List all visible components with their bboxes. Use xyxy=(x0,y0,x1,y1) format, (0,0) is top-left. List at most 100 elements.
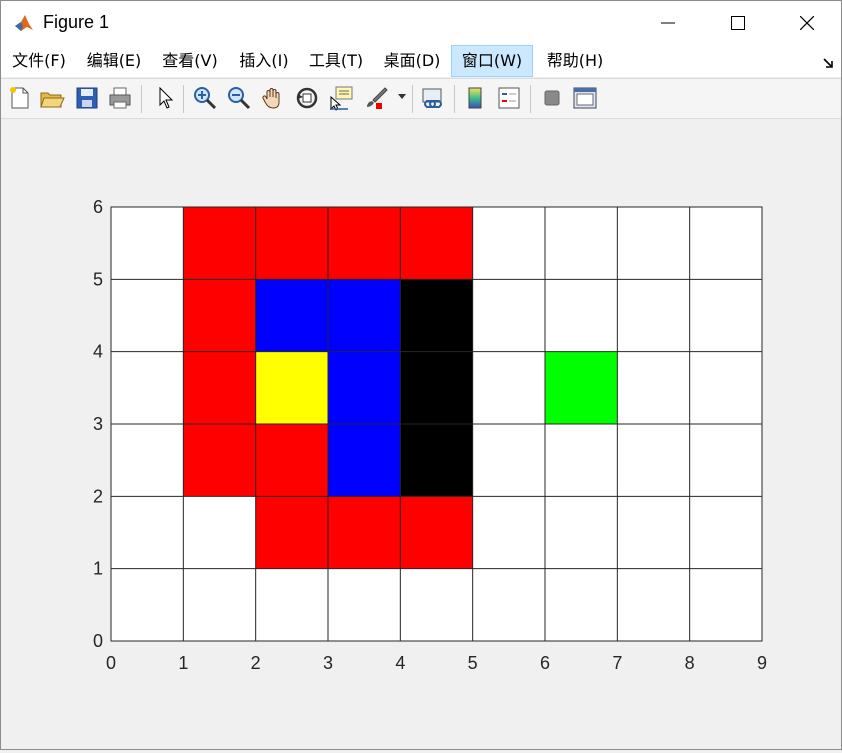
x-tick-label: 3 xyxy=(323,653,333,673)
legend-icon xyxy=(498,87,520,109)
toolbar-separator xyxy=(412,85,413,113)
x-tick-labels: 0 1 2 3 4 5 6 7 8 9 xyxy=(106,653,767,673)
heatmap-cell xyxy=(400,424,473,497)
x-tick-label: 1 xyxy=(178,653,188,673)
heatmap-cell xyxy=(255,279,328,352)
rotate-3d-icon xyxy=(296,87,318,109)
matlab-logo-icon xyxy=(13,12,35,34)
axes-plot[interactable]: 0 1 2 3 4 5 6 7 8 9 0 1 2 3 4 5 6 xyxy=(1,119,841,749)
menu-item-4[interactable]: 工具(T) xyxy=(306,45,366,77)
menu-item-1[interactable]: 编辑(E) xyxy=(84,45,144,77)
new-figure-icon xyxy=(10,87,29,109)
figure-window: Figure 1 文件(F) 编辑(E) 查看(V) 插入(I) 工具(T) 桌面(D) 窗… xyxy=(0,0,842,750)
zoom-out-button[interactable] xyxy=(226,85,252,111)
pointer-icon xyxy=(159,86,174,109)
heatmap-cell xyxy=(617,424,690,497)
menu-item-5[interactable]: 桌面(D) xyxy=(380,45,444,77)
heatmap-cell xyxy=(545,424,618,497)
heatmap-cell xyxy=(328,207,401,280)
heatmap-cell xyxy=(328,424,401,497)
heatmap-cell xyxy=(328,279,401,352)
save-button[interactable] xyxy=(74,85,100,111)
show-plot-tools-button[interactable] xyxy=(572,85,598,111)
heatmap-cell xyxy=(255,424,328,497)
zoom-out-icon xyxy=(228,87,251,110)
x-tick-label: 9 xyxy=(757,653,767,673)
data-cursor-icon xyxy=(330,86,353,111)
figure-toolbar xyxy=(1,78,841,119)
x-tick-label: 8 xyxy=(685,653,695,673)
heatmap-cell xyxy=(111,424,184,497)
heatmap-cell xyxy=(255,568,328,641)
menu-item-0[interactable]: 文件(F) xyxy=(9,45,69,77)
heatmap-cell xyxy=(689,207,762,280)
heatmap-cell xyxy=(111,207,184,280)
heatmap-cell xyxy=(183,207,256,280)
link-plot-icon xyxy=(422,88,442,108)
y-tick-label: 3 xyxy=(93,414,103,434)
zoom-in-button[interactable] xyxy=(192,85,218,111)
toolbar-separator xyxy=(530,85,531,113)
heatmap-cell xyxy=(472,568,545,641)
menu-item-7[interactable]: 帮助(H) xyxy=(542,45,608,77)
data-cursor-button[interactable] xyxy=(328,85,354,111)
heatmap-cell xyxy=(255,496,328,569)
x-tick-label: 4 xyxy=(395,653,405,673)
close-icon xyxy=(800,16,814,30)
y-tick-label: 4 xyxy=(93,342,103,362)
minimize-icon xyxy=(661,22,675,24)
menu-item-2[interactable]: 查看(V) xyxy=(159,45,221,77)
heatmap-cell xyxy=(400,351,473,424)
open-file-button[interactable] xyxy=(39,85,65,111)
heatmap-cell xyxy=(111,279,184,352)
heatmap-cell xyxy=(328,568,401,641)
pointer-button[interactable] xyxy=(153,85,179,111)
colorbar-icon xyxy=(468,87,482,109)
y-tick-label: 5 xyxy=(93,269,103,289)
open-file-icon xyxy=(40,92,65,108)
y-tick-labels: 0 1 2 3 4 5 6 xyxy=(93,197,103,651)
heatmap-cell xyxy=(183,351,256,424)
menu-item-3[interactable]: 插入(I) xyxy=(236,45,292,77)
colorbar-button[interactable] xyxy=(463,85,489,111)
y-tick-label: 1 xyxy=(93,559,103,579)
menu-item-6[interactable]: 窗口(W) xyxy=(451,45,533,77)
save-icon xyxy=(76,87,98,109)
close-button[interactable] xyxy=(772,1,842,45)
heatmap-cell xyxy=(328,496,401,569)
zoom-in-icon xyxy=(194,87,217,110)
x-tick-label: 5 xyxy=(468,653,478,673)
print-button[interactable] xyxy=(107,85,133,111)
heatmap-cell xyxy=(183,424,256,497)
rotate-3d-button[interactable] xyxy=(294,85,320,111)
x-tick-label: 2 xyxy=(251,653,261,673)
brush-button[interactable] xyxy=(363,85,389,111)
legend-button[interactable] xyxy=(496,85,522,111)
heatmap-cell xyxy=(400,568,473,641)
dock-arrow-icon[interactable] xyxy=(823,57,835,69)
heatmap-cell xyxy=(111,496,184,569)
heatmap-cell xyxy=(545,207,618,280)
heatmap-cell xyxy=(472,424,545,497)
hide-plot-tools-button[interactable] xyxy=(539,85,565,111)
heatmap-cell xyxy=(617,496,690,569)
link-plot-button[interactable] xyxy=(420,85,446,111)
heatmap-cell xyxy=(255,351,328,424)
show-plot-tools-icon xyxy=(573,87,597,109)
x-tick-label: 7 xyxy=(612,653,622,673)
window-title: Figure 1 xyxy=(43,12,110,32)
minimize-button[interactable] xyxy=(633,1,703,45)
maximize-button[interactable] xyxy=(703,1,773,45)
brush-dropdown-icon[interactable] xyxy=(398,94,406,100)
pan-button[interactable] xyxy=(260,85,286,111)
heatmap-cell xyxy=(617,279,690,352)
title-bar[interactable]: Figure 1 xyxy=(1,1,841,45)
new-figure-button[interactable] xyxy=(7,85,33,111)
figure-canvas: 0 1 2 3 4 5 6 7 8 9 0 1 2 3 4 5 6 xyxy=(1,119,841,749)
toolbar-separator xyxy=(141,85,142,113)
heatmap-cell xyxy=(472,496,545,569)
x-tick-label: 0 xyxy=(106,653,116,673)
heatmap-cell xyxy=(617,351,690,424)
heatmap-cell xyxy=(400,496,473,569)
print-icon xyxy=(109,87,131,109)
